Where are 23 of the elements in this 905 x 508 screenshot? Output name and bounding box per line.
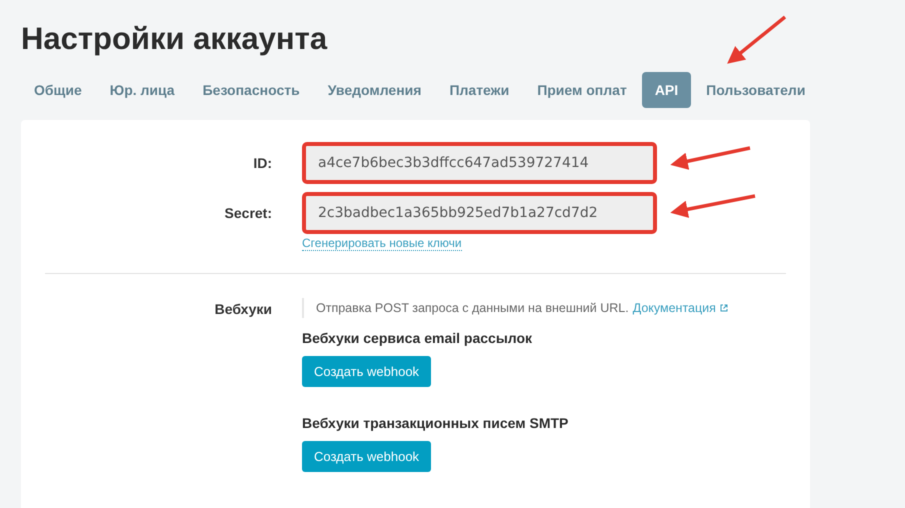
page-title: Настройки аккаунта xyxy=(21,20,328,58)
field-label: Secret: xyxy=(224,205,272,221)
webhooks-description: Отправка POST запроса с данными на внешний URL. xyxy=(316,301,629,315)
settings-tab[interactable]: API xyxy=(642,72,692,108)
create-webhook-button[interactable]: Создать webhook xyxy=(302,441,432,472)
field-label: ID: xyxy=(252,155,272,171)
settings-tab[interactable]: Платежи xyxy=(436,72,522,108)
key-field[interactable]: 2c3badbec1a365bb925ed7b1a27cd7d2 xyxy=(302,192,657,234)
create-webhook-button[interactable]: Создать webhook xyxy=(302,356,432,387)
annotation-arrow xyxy=(727,16,786,64)
external-link-icon xyxy=(720,304,728,312)
key-field[interactable]: a4ce7b6bec3b3dffcc647ad539727414 xyxy=(302,142,657,184)
settings-tab[interactable]: Прием оплат xyxy=(524,72,640,108)
settings-tab[interactable]: Безопасность xyxy=(190,72,313,108)
regenerate-keys-link[interactable]: Сгенерировать новые ключи xyxy=(302,236,462,251)
settings-tab[interactable]: Общие xyxy=(21,72,95,108)
settings-tab[interactable]: Пользователи xyxy=(693,72,818,108)
documentation-link[interactable]: Документация xyxy=(632,301,716,315)
webhooks-label: Вебхуки xyxy=(214,300,272,319)
section-heading: Вебхуки сервиса email рассылок xyxy=(302,330,534,346)
settings-tab[interactable]: Юр. лица xyxy=(96,72,188,108)
settings-tab[interactable]: Уведомления xyxy=(314,72,434,108)
section-heading: Вебхуки транзакционных писем SMTP xyxy=(302,415,570,431)
